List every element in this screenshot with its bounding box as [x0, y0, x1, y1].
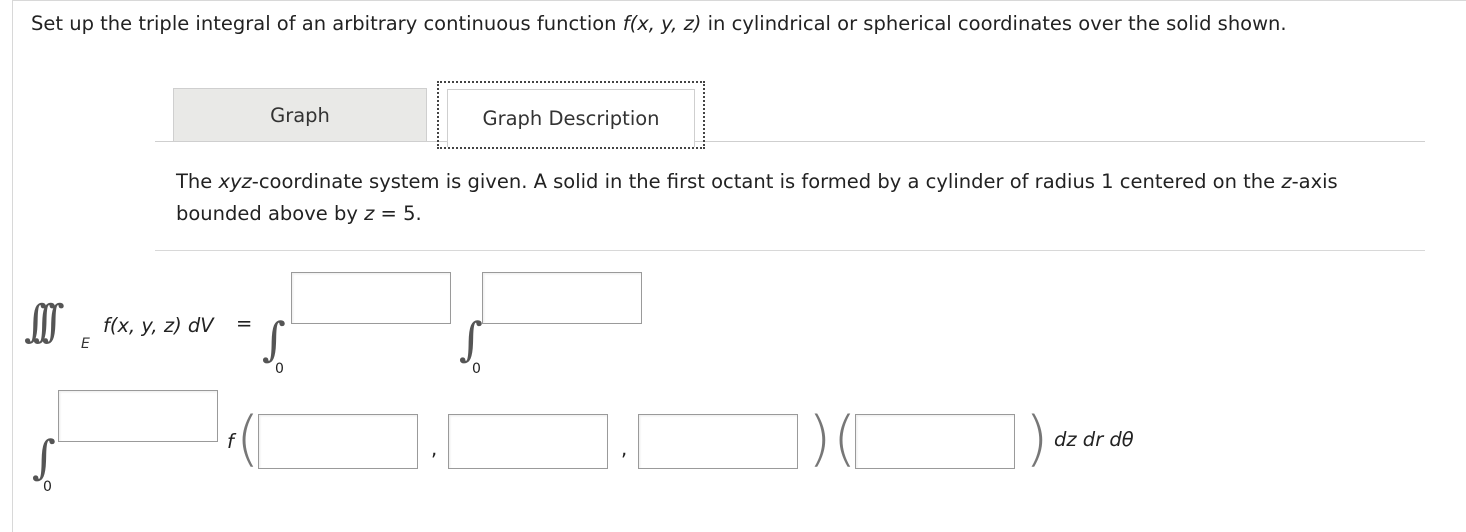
integral-sign-3: ∫: [32, 430, 56, 484]
prompt-text-1: Set up the triple integral of an arbitra…: [31, 12, 623, 35]
question-prompt: Set up the triple integral of an arbitra…: [31, 12, 1287, 35]
close-paren-1: ): [808, 404, 832, 474]
f-argument-input-3[interactable]: [638, 414, 798, 469]
comma-1: ,: [431, 437, 438, 460]
f-label: f: [227, 430, 234, 453]
tab-graph-description-label: Graph Description: [482, 107, 660, 130]
differentials: dz dr dθ: [1054, 428, 1134, 451]
triple-integral-symbol: ∫∫∫: [24, 296, 65, 347]
upper-limit-input-3[interactable]: [58, 390, 218, 442]
integral-sign-1: ∫: [262, 312, 286, 366]
tab-graph-label: Graph: [270, 103, 330, 127]
section-divider: [155, 250, 1425, 251]
equals-sign: =: [236, 312, 253, 335]
open-paren-2: (: [833, 404, 857, 474]
integral-sign-2: ∫: [459, 312, 483, 366]
tab-graph-description[interactable]: Graph Description: [437, 81, 705, 149]
prompt-text-2: in cylindrical or spherical coordinates …: [701, 12, 1287, 35]
region-label: E: [81, 336, 90, 352]
jacobian-input[interactable]: [855, 414, 1015, 469]
close-paren-2: ): [1025, 404, 1049, 474]
upper-limit-input-1[interactable]: [291, 272, 451, 324]
frame-left-border: [12, 0, 13, 532]
prompt-function: f(x, y, z): [622, 12, 702, 35]
tab-graph[interactable]: Graph: [173, 88, 427, 142]
open-paren-1: (: [236, 404, 260, 474]
graph-description-text: The xyz-coordinate system is given. A so…: [176, 170, 1338, 225]
lower-limit-1: 0: [275, 361, 284, 377]
comma-2: ,: [621, 437, 628, 460]
lhs-function: f(x, y, z) dV: [103, 314, 214, 337]
lower-limit-2: 0: [472, 361, 481, 377]
f-argument-input-2[interactable]: [448, 414, 608, 469]
f-argument-input-1[interactable]: [258, 414, 418, 469]
upper-limit-input-2[interactable]: [482, 272, 642, 324]
frame-top-border: [12, 0, 1466, 1]
lower-limit-3: 0: [43, 479, 52, 495]
